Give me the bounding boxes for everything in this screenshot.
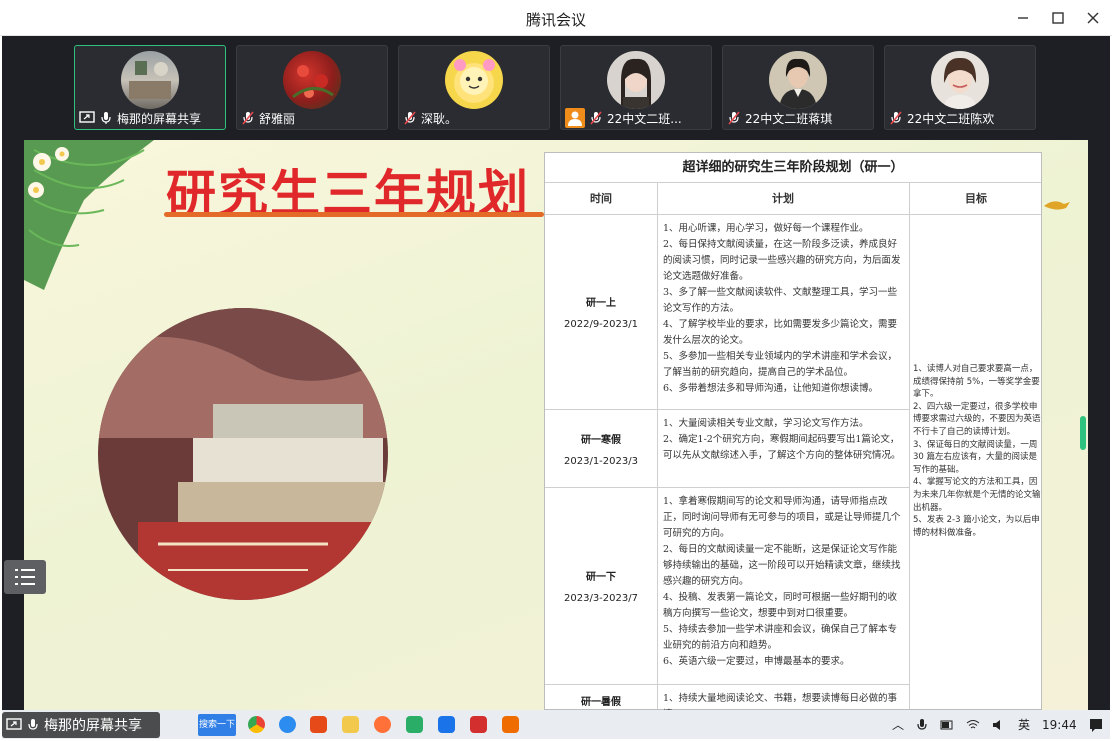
period-dates: 2023/1-2023/3 — [564, 455, 638, 467]
table-caption: 超详细的研究生三年阶段规划（研一） — [545, 153, 1041, 183]
scroll-handle[interactable] — [1080, 416, 1086, 450]
avatar — [445, 51, 503, 109]
avatar — [121, 51, 179, 109]
volume-icon[interactable] — [992, 719, 1006, 731]
screen-share-icon — [79, 111, 95, 123]
avatar — [769, 51, 827, 109]
participant-tile[interactable]: 舒雅丽 — [236, 45, 388, 130]
input-method[interactable]: 英 — [1018, 716, 1030, 733]
period-label: 研一下 — [586, 572, 616, 583]
screen-share-icon — [6, 718, 22, 730]
shared-screen: 研究生三年规划 超详细的研究生三年阶段规划（研一） 时间 计划 目标 研一上 2… — [24, 140, 1088, 710]
chrome-icon[interactable] — [248, 716, 265, 733]
edge-icon[interactable] — [279, 716, 296, 733]
system-tray: ︿ 英 19:44 — [892, 710, 1103, 739]
maximize-icon — [1052, 12, 1064, 24]
title-bar: 腾讯会议 — [0, 0, 1112, 36]
period-label: 研一寒假 — [581, 434, 621, 446]
clock[interactable]: 19:44 — [1042, 718, 1077, 732]
close-button[interactable] — [1078, 6, 1108, 30]
meeting-stage: 梅那的屏幕共享 舒雅丽 深耿。 22中文二班... 22中文二班蒋琪 22中文二… — [2, 36, 1110, 739]
minimize-icon — [1018, 17, 1028, 19]
media-player-icon[interactable] — [502, 716, 519, 733]
search-button[interactable]: 搜索一下 — [198, 714, 236, 736]
table-row: 研一上 2022/9-2023/1 1、用心听课，用心学习，做好每一个课程作业。 … — [545, 215, 909, 410]
microphone-icon — [101, 112, 111, 124]
microphone-icon — [28, 719, 38, 730]
table-header: 时间 计划 目标 — [545, 183, 1041, 215]
column-header: 计划 — [772, 192, 794, 205]
share-label: 梅那的屏幕共享 — [44, 718, 142, 734]
file-explorer-icon[interactable] — [342, 716, 359, 733]
close-icon — [1087, 12, 1099, 24]
table-row: 研一暑假 1、持续大量地阅读论文、书籍，想要读博每日必做的事情。 — [545, 685, 909, 710]
microphone-muted-icon — [242, 111, 254, 125]
participant-name: 梅那的屏幕共享 — [117, 111, 202, 126]
firefox-icon[interactable] — [374, 716, 391, 733]
wifi-icon[interactable] — [966, 719, 980, 731]
title-underline — [164, 212, 544, 217]
period-dates: 2023/3-2023/7 — [564, 593, 638, 604]
notification-icon[interactable] — [1089, 718, 1103, 732]
column-header: 时间 — [590, 192, 612, 205]
participant-tile[interactable]: 22中文二班陈欢 — [884, 45, 1036, 130]
period-label: 研一上 — [586, 298, 616, 309]
microphone-muted-icon — [590, 111, 602, 125]
window-title: 腾讯会议 — [525, 11, 586, 29]
participant-name: 深耿。 — [421, 111, 458, 126]
wps-icon[interactable] — [470, 716, 487, 733]
plan-text: 1、拿着寒假期间写的论文和导师沟通，请导师指点改正，同时询问导师有无可参与的项目… — [663, 496, 901, 667]
battery-icon[interactable] — [940, 719, 954, 731]
host-icon — [565, 108, 585, 128]
goals-text: 1、读博人对自己要求要高一点，成绩得保持前 5%，一等奖学金要拿下。 2、四六级… — [913, 364, 1041, 538]
photos-icon[interactable] — [438, 716, 455, 733]
menu-button[interactable] — [4, 560, 46, 594]
period-dates: 2022/9-2023/1 — [564, 319, 638, 330]
participant-tile[interactable]: 深耿。 — [398, 45, 550, 130]
column-header: 目标 — [965, 192, 987, 205]
avatar — [931, 51, 989, 109]
participant-tile[interactable]: 22中文二班... — [560, 45, 712, 130]
office-icon[interactable] — [310, 716, 327, 733]
microphone-icon[interactable] — [916, 718, 928, 732]
plan-text: 1、大量阅读相关专业文献，学习论文写作方法。 2、确定1-2个研究方向，寒假期间… — [663, 418, 901, 461]
table-row: 研一下 2023/3-2023/7 1、拿着寒假期间写的论文和导师沟通，请导师指点… — [545, 488, 909, 685]
chevron-up-icon[interactable]: ︿ — [892, 716, 904, 733]
list-menu-icon — [15, 569, 35, 585]
maximize-button[interactable] — [1043, 6, 1073, 30]
microphone-muted-icon — [404, 111, 416, 125]
participant-tile[interactable]: 22中文二班蒋琪 — [722, 45, 874, 130]
period-label: 研一暑假 — [581, 697, 621, 708]
plan-text: 1、持续大量地阅读论文、书籍，想要读博每日必做的事情。 — [663, 693, 898, 710]
participant-name: 22中文二班陈欢 — [907, 111, 995, 126]
palm-leaf-decoration — [24, 140, 154, 290]
avatar — [607, 51, 665, 109]
participant-name: 22中文二班蒋琪 — [745, 111, 833, 126]
participant-name: 22中文二班... — [607, 111, 682, 126]
participant-name: 舒雅丽 — [259, 111, 296, 126]
plan-table: 超详细的研究生三年阶段规划（研一） 时间 计划 目标 研一上 2022/9-202… — [544, 152, 1042, 710]
share-indicator[interactable]: 梅那的屏幕共享 — [2, 712, 160, 738]
bird-decoration — [1044, 201, 1070, 210]
participant-tile[interactable]: 梅那的屏幕共享 — [74, 45, 226, 130]
plan-text: 1、用心听课，用心学习，做好每一个课程作业。 2、每日保持文献阅读量，在这一阶段… — [663, 223, 901, 394]
minimize-button[interactable] — [1008, 6, 1038, 30]
microphone-muted-icon — [890, 111, 902, 125]
books-photo — [98, 308, 388, 600]
avatar — [283, 51, 341, 109]
taskbar: 梅那的屏幕共享 搜索一下 ︿ 英 19:44 — [2, 710, 1110, 739]
table-row: 研一寒假 2023/1-2023/3 1、大量阅读相关专业文献，学习论文写作方法。… — [545, 410, 909, 488]
microphone-muted-icon — [728, 111, 740, 125]
wechat-icon[interactable] — [406, 716, 423, 733]
